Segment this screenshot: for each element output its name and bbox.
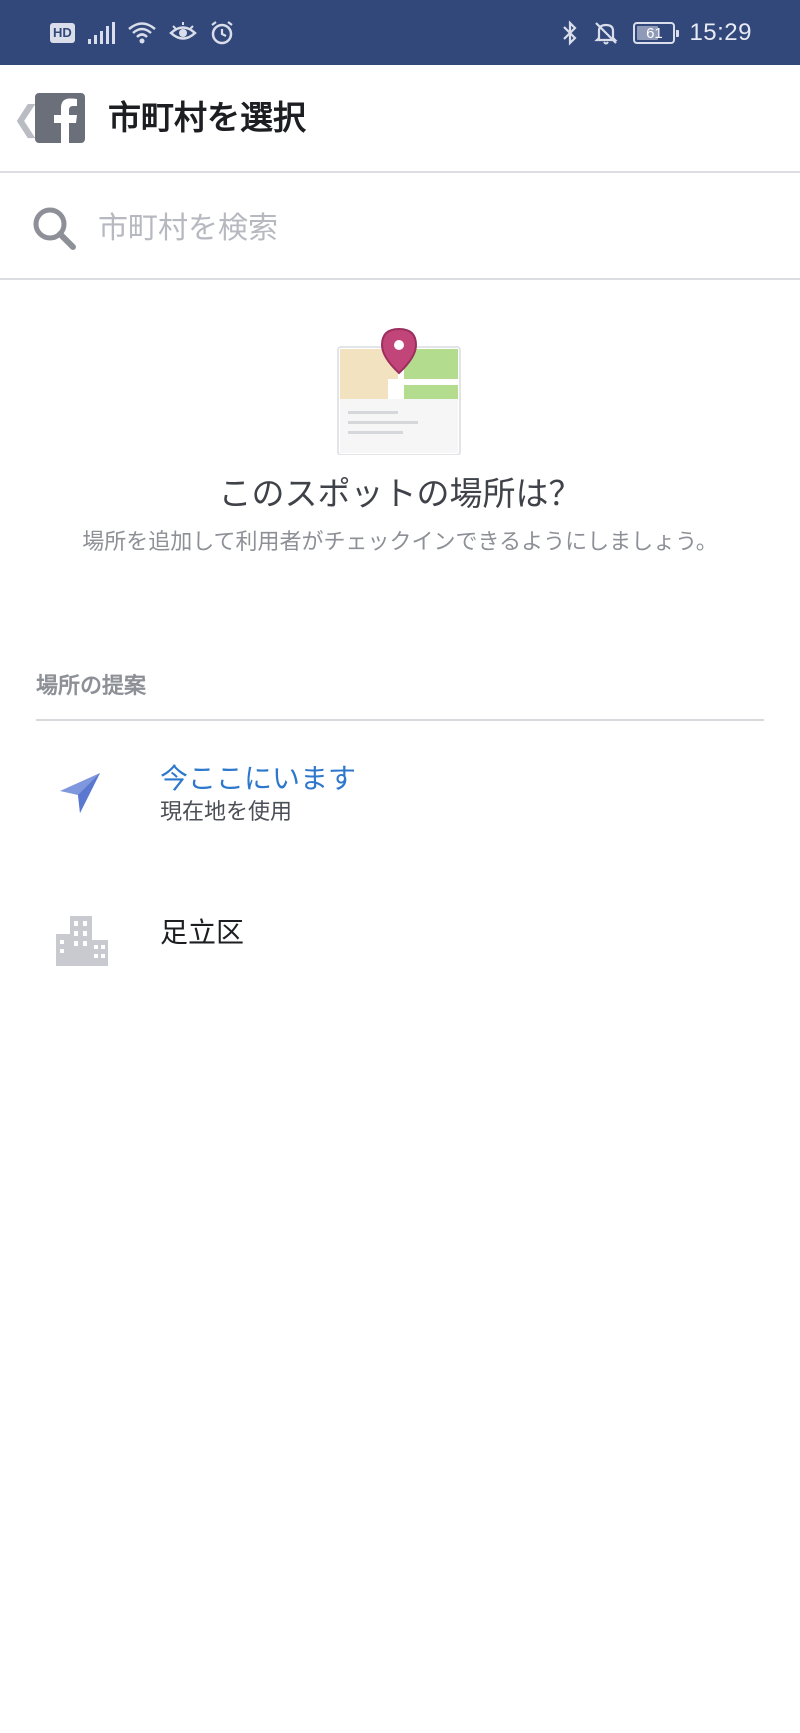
location-arrow-icon xyxy=(60,773,100,813)
mute-icon xyxy=(594,22,619,45)
status-bar-left: HD xyxy=(50,18,235,48)
facebook-logo[interactable] xyxy=(35,93,85,143)
app-header: ❮ 市町村を選択 xyxy=(0,65,800,173)
status-time: 15:29 xyxy=(689,19,752,46)
current-location-subtitle: 現在地を使用 xyxy=(160,800,293,825)
search-bar xyxy=(0,175,800,280)
empty-state-description: 場所を追加して利用者がチェックインできるようにしましょう。 xyxy=(82,530,718,555)
empty-state-title: このスポットの場所は？ xyxy=(218,474,582,513)
hd-badge: HD xyxy=(50,23,75,43)
page-title: 市町村を選択 xyxy=(108,98,306,137)
battery-icon: 61 xyxy=(633,22,680,44)
current-location-title: 今ここにいます xyxy=(160,762,357,795)
status-bar: HD 61 15:29 xyxy=(0,0,800,65)
alarm-icon xyxy=(211,21,233,45)
map-pin-illustration xyxy=(337,327,461,455)
bluetooth-icon xyxy=(563,20,577,46)
wifi-icon xyxy=(127,22,156,44)
section-divider xyxy=(36,719,764,721)
status-bar-right: 61 15:29 xyxy=(561,18,752,48)
signal-icon xyxy=(87,22,115,44)
list-item[interactable]: 足立区 xyxy=(0,880,800,990)
search-icon xyxy=(33,207,76,250)
city-building-icon xyxy=(56,916,108,966)
city-name: 足立区 xyxy=(160,916,245,949)
eye-icon xyxy=(168,22,197,40)
suggestions-header: 場所の提案 xyxy=(36,674,147,699)
current-location-item[interactable]: 今ここにいます 現在地を使用 xyxy=(0,740,800,850)
search-input[interactable] xyxy=(98,203,738,253)
battery-percent: 61 xyxy=(646,24,663,42)
